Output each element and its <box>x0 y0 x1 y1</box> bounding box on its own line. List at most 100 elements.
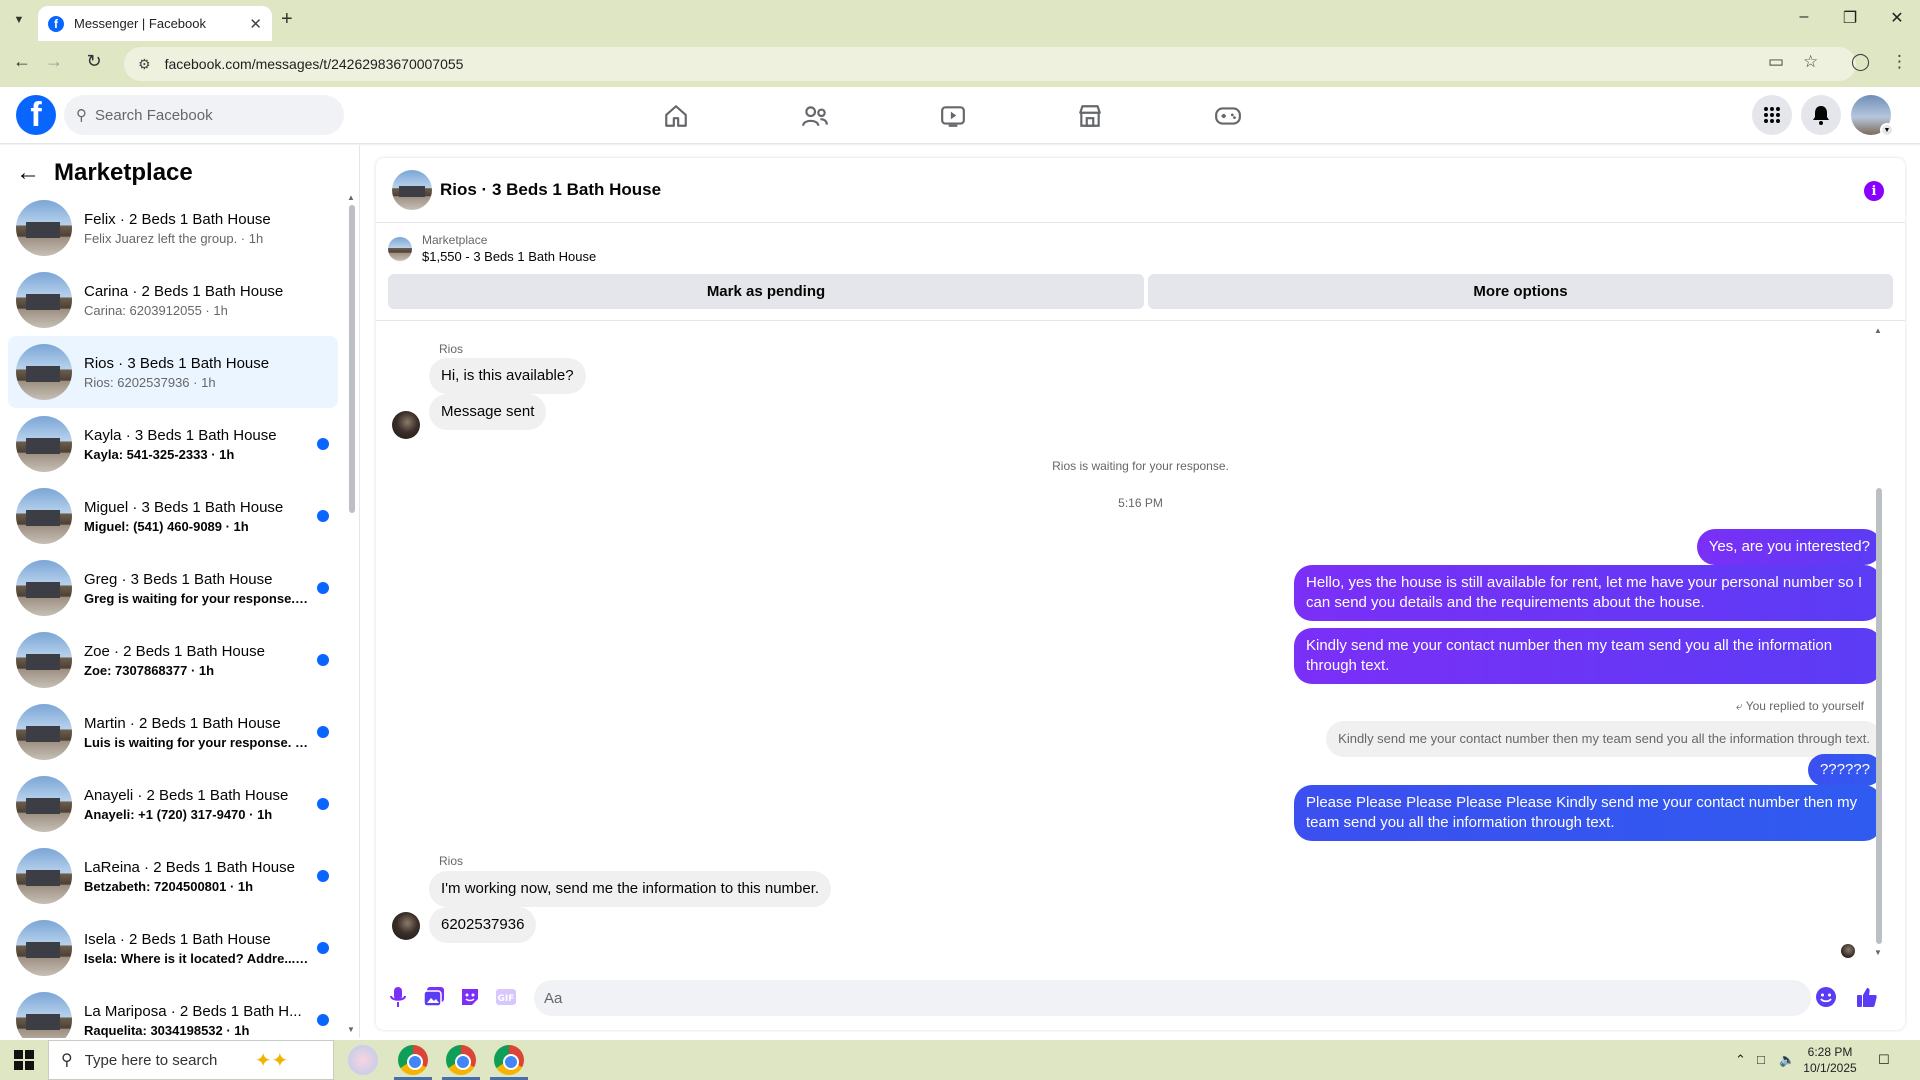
chrome-app-icon[interactable] <box>446 1045 476 1075</box>
profile-icon[interactable]: ◯ <box>1851 52 1870 72</box>
restore-icon[interactable]: ❐ <box>1835 8 1865 28</box>
listing-thumbnail[interactable] <box>392 170 432 210</box>
conversation-item[interactable]: Zoe · 2 Beds 1 Bath House Zoe: 7307868377… <box>8 624 338 696</box>
quoted-message[interactable]: Kindly send me your contact number then … <box>1326 721 1882 757</box>
conversation-scrollbar[interactable] <box>349 205 355 513</box>
incoming-message[interactable]: I'm working now, send me the information… <box>429 871 832 907</box>
listing-bar[interactable]: Marketplace $1,550 - 3 Beds 1 Bath House <box>388 233 596 264</box>
video-icon[interactable] <box>936 99 970 133</box>
sender-avatar[interactable] <box>392 912 420 940</box>
minimize-icon[interactable]: – <box>1789 8 1819 26</box>
notifications-icon[interactable] <box>1801 95 1841 135</box>
conversation-name: Greg · 3 Beds 1 Bath House <box>84 570 273 588</box>
conversation-preview: Carina: 6203912055 · 1h <box>84 302 228 318</box>
reload-icon[interactable]: ↻ <box>82 51 106 72</box>
conversation-preview: Miguel: (541) 460-9089 · 1h <box>84 518 249 534</box>
outgoing-message[interactable]: Hello, yes the house is still available … <box>1294 565 1882 621</box>
mark-as-pending-button[interactable]: Mark as pending <box>388 274 1144 309</box>
conversation-item[interactable]: Felix · 2 Beds 1 Bath House Felix Juarez … <box>8 192 338 264</box>
notification-center-icon[interactable]: ☐ <box>1878 1052 1890 1068</box>
conversation-preview: Isela: Where is it located? Addre... · 1… <box>84 950 309 966</box>
taskbar-search-input[interactable] <box>84 1051 255 1069</box>
back-arrow-icon[interactable]: ← <box>16 159 40 187</box>
emoji-icon[interactable] <box>1814 985 1838 1009</box>
microphone-icon[interactable] <box>386 985 410 1009</box>
outgoing-message[interactable]: ?????? <box>1807 754 1882 786</box>
browser-tab-messenger[interactable]: f Messenger | Facebook ✕ <box>38 6 272 41</box>
forward-icon[interactable]: → <box>42 51 66 72</box>
more-options-button[interactable]: More options <box>1148 274 1893 309</box>
marketplace-icon[interactable] <box>1073 99 1107 133</box>
window-close-icon[interactable]: ✕ <box>1882 8 1912 28</box>
chrome-app-icon[interactable] <box>398 1045 428 1075</box>
marketplace-conversation-panel: ← Marketplace Felix · 2 Beds 1 Bath Hous… <box>0 145 360 1038</box>
account-chevron-down-icon[interactable]: ▼ <box>1880 123 1894 137</box>
conversation-item[interactable]: Carina · 2 Beds 1 Bath House Carina: 6203… <box>8 264 338 336</box>
friends-icon[interactable] <box>798 99 832 133</box>
tray-chevron-up-icon[interactable]: ⌃ <box>1735 1052 1746 1068</box>
conversation-list: Felix · 2 Beds 1 Bath House Felix Juarez … <box>8 192 338 1038</box>
conversation-item[interactable]: Isela · 2 Beds 1 Bath House Isela: Where … <box>8 912 338 984</box>
tab-title: Messenger | Facebook <box>74 16 206 31</box>
incoming-message[interactable]: Message sent <box>429 394 547 430</box>
gaming-icon[interactable] <box>1211 99 1245 133</box>
gif-icon[interactable]: GIF <box>494 985 518 1009</box>
conversation-item[interactable]: Greg · 3 Beds 1 Bath House Greg is waitin… <box>8 552 338 624</box>
menu-grid-icon[interactable] <box>1752 95 1792 135</box>
conversation-item[interactable]: La Mariposa · 2 Beds 1 Bath H... Raquelit… <box>8 984 338 1038</box>
install-app-icon[interactable]: ▭ <box>1768 52 1784 72</box>
chat-title[interactable]: Rios · 3 Beds 1 Bath House <box>440 180 661 200</box>
new-tab-button[interactable]: + <box>281 8 293 31</box>
conversation-text: Miguel · 3 Beds 1 Bath House Miguel: (541… <box>84 499 338 534</box>
back-icon[interactable]: ← <box>10 51 34 72</box>
unread-dot <box>317 510 329 522</box>
taskbar-search[interactable]: ⚲ ✦✦ <box>48 1040 334 1080</box>
url-field[interactable]: ⚙ facebook.com/messages/t/24262983670007… <box>124 47 1856 81</box>
outgoing-message[interactable]: Yes, are you interested? <box>1696 529 1882 565</box>
facebook-search[interactable]: ⚲ <box>64 95 344 135</box>
scroll-up-icon[interactable]: ▲ <box>347 193 355 202</box>
facebook-search-input[interactable] <box>95 106 295 124</box>
conversation-item[interactable]: LaReina · 2 Beds 1 Bath House Betzabeth: … <box>8 840 338 912</box>
network-icon[interactable]: □ <box>1757 1052 1765 1067</box>
conversation-item[interactable]: Miguel · 3 Beds 1 Bath House Miguel: (541… <box>8 480 338 552</box>
conversation-item[interactable]: Kayla · 3 Beds 1 Bath House Kayla: 541-32… <box>8 408 338 480</box>
account-avatar[interactable]: ▼ <box>1851 95 1894 137</box>
facebook-favicon-icon: f <box>48 15 64 32</box>
attach-photo-icon[interactable] <box>422 985 446 1009</box>
widget-app-icon[interactable] <box>348 1045 378 1075</box>
sticker-icon[interactable] <box>458 985 482 1009</box>
conversation-name: Isela · 2 Beds 1 Bath House <box>84 930 271 948</box>
like-thumbs-up-icon[interactable] <box>1855 985 1879 1009</box>
outgoing-message[interactable]: Kindly send me your contact number then … <box>1294 628 1882 684</box>
site-info-icon[interactable]: ⚙ <box>138 56 151 73</box>
info-icon[interactable]: i <box>1864 181 1884 201</box>
tab-close-icon[interactable]: ✕ <box>249 15 262 33</box>
search-icon: ⚲ <box>76 107 87 124</box>
unread-dot <box>317 870 329 882</box>
conversation-preview: Anayeli: +1 (720) 317-9470 · 1h <box>84 806 273 822</box>
scroll-down-icon[interactable]: ▼ <box>347 1025 355 1034</box>
bookmark-star-icon[interactable]: ☆ <box>1803 52 1818 72</box>
browser-address-bar: ← → ↻ ⚙ facebook.com/messages/t/24262983… <box>0 41 1920 87</box>
chat-scroll-up-icon[interactable]: ▲ <box>1874 326 1882 335</box>
chat-scroll-down-icon[interactable]: ▼ <box>1874 948 1882 957</box>
incoming-message[interactable]: Hi, is this available? <box>429 358 586 394</box>
incoming-message[interactable]: 6202537936 <box>429 907 537 943</box>
system-clock[interactable]: 6:28 PM 10/1/2025 <box>1792 1044 1868 1076</box>
sender-avatar[interactable] <box>392 411 420 439</box>
tab-search-chevron-icon[interactable]: ▼ <box>8 9 30 31</box>
conversation-item[interactable]: Martin · 2 Beds 1 Bath House Luis is wait… <box>8 696 338 768</box>
conversation-text: Greg · 3 Beds 1 Bath House Greg is waitin… <box>84 571 338 606</box>
conversation-item[interactable]: Anayeli · 2 Beds 1 Bath House Anayeli: +1… <box>8 768 338 840</box>
chrome-app-icon[interactable] <box>494 1045 524 1075</box>
message-input[interactable] <box>534 980 1811 1016</box>
windows-start-icon[interactable] <box>14 1050 34 1070</box>
unread-dot <box>317 654 329 666</box>
chat-scrollbar[interactable] <box>1876 488 1882 944</box>
conversation-item[interactable]: Rios · 3 Beds 1 Bath House Rios: 62025379… <box>8 336 338 408</box>
facebook-logo[interactable]: f <box>16 95 56 135</box>
browser-menu-icon[interactable]: ⋮ <box>1891 52 1908 72</box>
outgoing-message[interactable]: Please Please Please Please Please Kindl… <box>1294 785 1882 841</box>
home-icon[interactable] <box>659 99 693 133</box>
